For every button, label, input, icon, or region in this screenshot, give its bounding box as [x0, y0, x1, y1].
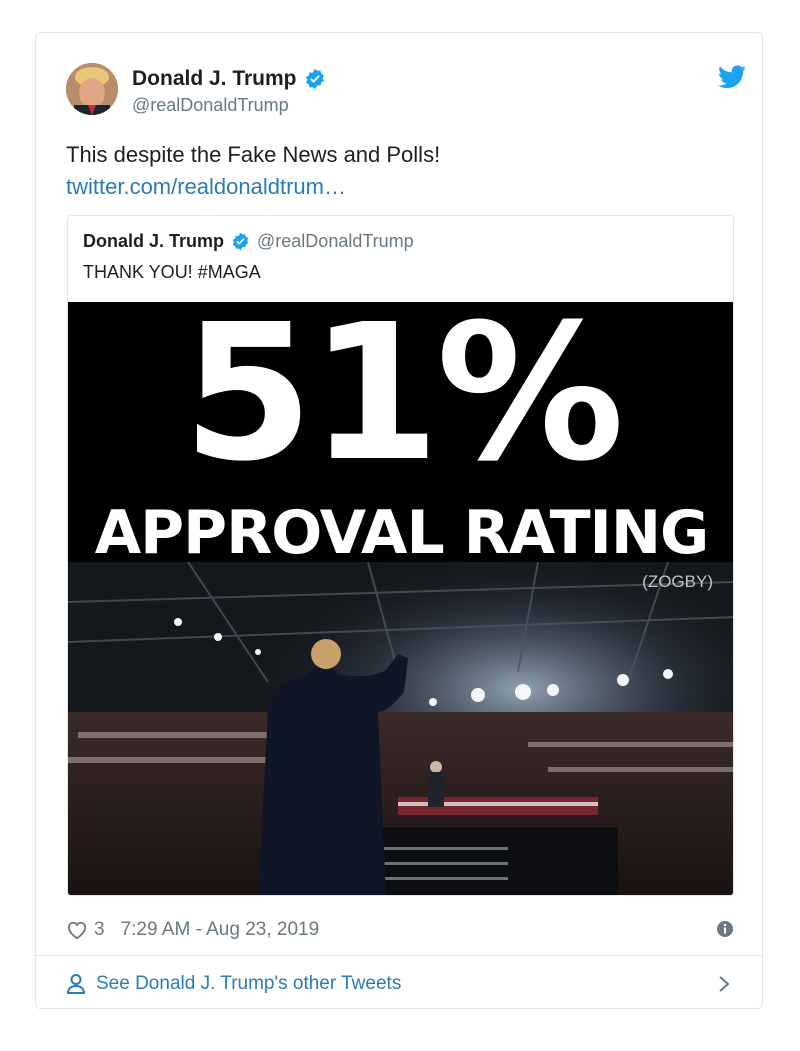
twitter-bird-icon[interactable] [718, 65, 746, 89]
rally-photo [68, 562, 733, 895]
timestamp[interactable]: 7:29 AM - Aug 23, 2019 [121, 919, 320, 941]
quoted-author-handle: @realDonaldTrump [257, 231, 414, 251]
quoted-author-row: Donald J. Trump @realDonaldTrump [83, 231, 414, 252]
tweet-text: This despite the Fake News and Polls! [66, 142, 441, 167]
embedded-tweet-card: Donald J. Trump @realDonaldTrump This de… [35, 32, 763, 1009]
like-count[interactable]: 3 [94, 919, 105, 941]
quoted-tweet-image[interactable]: 51% APPROVAL RATING (ZOGBY) [68, 302, 733, 895]
verified-badge-icon [232, 232, 249, 251]
chevron-right-icon[interactable] [718, 975, 730, 993]
image-subheadline: APPROVAL RATING [94, 498, 710, 568]
info-icon[interactable] [716, 920, 734, 938]
author-name[interactable]: Donald J. Trump [132, 67, 297, 91]
divider [36, 955, 762, 956]
tweet-meta: 3 7:29 AM - Aug 23, 2019 [66, 915, 734, 945]
image-source: (ZOGBY) [642, 572, 713, 591]
see-other-tweets-link[interactable]: See Donald J. Trump's other Tweets [66, 969, 734, 999]
tweet-header: Donald J. Trump @realDonaldTrump [66, 63, 746, 121]
quoted-tweet-text: THANK YOU! #MAGA [83, 262, 261, 282]
see-other-tweets-label[interactable]: See Donald J. Trump's other Tweets [96, 973, 401, 995]
quoted-author-name: Donald J. Trump [83, 231, 225, 251]
heart-icon[interactable] [66, 920, 88, 940]
author-row: Donald J. Trump [132, 67, 326, 91]
tweet-link[interactable]: twitter.com/realdonaldtrum… [66, 171, 346, 203]
person-icon [66, 974, 86, 994]
avatar[interactable] [66, 63, 118, 115]
quoted-tweet[interactable]: Donald J. Trump @realDonaldTrump THANK Y… [67, 215, 734, 896]
author-handle[interactable]: @realDonaldTrump [132, 95, 289, 116]
verified-badge-icon [305, 68, 324, 90]
image-headline: 51% [182, 302, 625, 503]
